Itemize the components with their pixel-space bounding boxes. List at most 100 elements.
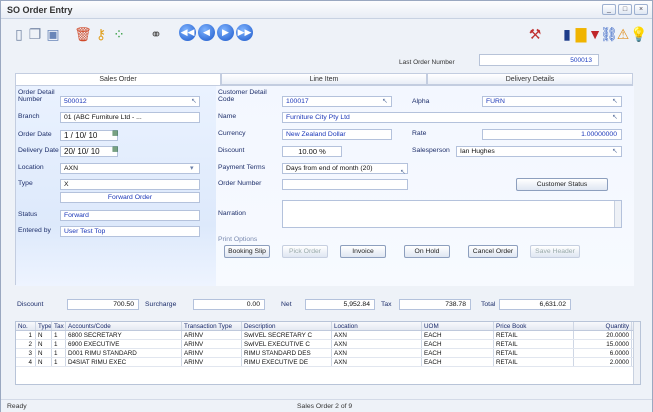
column-header[interactable]: Accounts/Code	[66, 322, 182, 330]
code-label: Code	[218, 96, 235, 103]
save-header-button[interactable]: Save Header	[530, 245, 580, 258]
new-document-icon[interactable]: ▯	[11, 25, 27, 43]
column-header[interactable]: UOM	[422, 322, 494, 330]
minimize-button[interactable]: _	[602, 4, 616, 15]
customer-name-field[interactable]: Furniture City Pty Ltd	[282, 112, 622, 123]
cell: ARINV	[182, 349, 242, 357]
chevron-down-icon[interactable]: ▾	[190, 164, 194, 172]
type-description: Forward Order	[60, 192, 200, 203]
customer-status-button[interactable]: Customer Status	[516, 178, 608, 191]
order-date-field[interactable]: 1 / 10/ 10	[60, 130, 118, 141]
column-header[interactable]: Price Book	[494, 322, 574, 330]
binoculars-icon[interactable]: ⚭	[148, 25, 164, 43]
table-row[interactable]: 2 N 1 6900 EXECUTIVE ARINV SwIVEL EXECUT…	[16, 340, 640, 349]
cell: 4	[16, 358, 36, 366]
calendar-picker-icon[interactable]: ▦	[112, 129, 119, 137]
cell: D4SIAT RIMU EXEC	[66, 358, 182, 366]
table-scrollbar[interactable]	[633, 322, 640, 384]
close-button[interactable]: ×	[634, 4, 648, 15]
delivery-date-field[interactable]: 20/ 10/ 10	[60, 146, 118, 157]
surcharge-label: Surcharge	[145, 301, 177, 308]
invoice-button[interactable]: Invoice	[340, 245, 386, 258]
discount-label: Discount	[218, 147, 245, 154]
customer-order-number-field[interactable]	[282, 179, 408, 190]
cell: N	[36, 340, 52, 348]
lookup-icon[interactable]: ↖	[612, 97, 618, 105]
next-record-button[interactable]: ▶	[217, 24, 234, 41]
last-record-button[interactable]: ▶▶	[236, 24, 253, 41]
total-value: 6,631.02	[499, 299, 571, 310]
salesperson-field[interactable]: Ian Hughes	[456, 146, 622, 157]
currency-field[interactable]: New Zealand Dollar	[282, 129, 392, 140]
lookup-icon[interactable]: ↖	[400, 168, 406, 176]
column-header[interactable]: Tax	[52, 322, 66, 330]
delivery-date-label: Delivery Date	[18, 147, 59, 154]
cell: 6.0000	[574, 349, 632, 357]
payment-terms-label: Payment Terms	[218, 164, 266, 171]
location-label: Location	[18, 164, 44, 171]
narration-field[interactable]	[282, 200, 622, 228]
first-record-button[interactable]: ◀◀	[179, 24, 196, 41]
order-detail-label: Order Detail	[18, 89, 55, 96]
column-header[interactable]: Quantity	[574, 322, 632, 330]
previous-record-button[interactable]: ◀	[198, 24, 215, 41]
lookup-icon[interactable]: ↖	[382, 97, 388, 105]
table-row[interactable]: 1 N 1 6800 SECRETARY ARINV SwIVEL SECRET…	[16, 331, 640, 340]
alpha-field[interactable]: FURN	[482, 96, 622, 107]
table-row[interactable]: 3 N 1 D001 RIMU STANDARD ARINV RIMU STAN…	[16, 349, 640, 358]
lookup-icon[interactable]: ↖	[191, 97, 197, 105]
rate-field[interactable]: 1.00000000	[482, 129, 622, 140]
cell: 6900 EXECUTIVE	[66, 340, 182, 348]
cell: 1	[52, 349, 66, 357]
maximize-button[interactable]: □	[618, 4, 632, 15]
customer-code-field[interactable]: 100017	[282, 96, 392, 107]
status-text: Ready	[7, 403, 27, 410]
cell: 3	[16, 349, 36, 357]
discount-field[interactable]: 10.00 %	[282, 146, 342, 157]
column-header[interactable]: Location	[332, 322, 422, 330]
entered-by-field: User Test Top	[60, 226, 200, 237]
tab-sales-order[interactable]: Sales Order	[15, 73, 221, 85]
payment-terms-field[interactable]: Days from end of month (20)	[282, 163, 408, 174]
branch-select[interactable]: 01 (ABC Furniture Ltd - ...	[60, 112, 200, 123]
toolbar: ▯ ❐ ▣ 🗑 ⚷ ⁘ ⚭ ◀◀ ◀ ▶ ▶▶ ⚒ ▮ ▇ ▼ ⛓ ⚠ 💡	[1, 19, 652, 51]
branch-label: Branch	[18, 113, 40, 120]
type-field[interactable]: X	[60, 179, 200, 190]
delete-icon[interactable]: 🗑	[74, 25, 92, 43]
table-row[interactable]: 4 N 1 D4SIAT RIMU EXEC ARINV RIMU EXECUT…	[16, 358, 640, 367]
pick-order-button[interactable]: Pick Order	[282, 245, 328, 258]
copy-document-icon[interactable]: ❐	[27, 25, 43, 43]
rate-label: Rate	[412, 130, 427, 137]
last-order-value: 500013	[479, 54, 599, 66]
cell: AXN	[332, 340, 422, 348]
lock-icon[interactable]: ⚷	[93, 25, 109, 43]
cell: AXN	[332, 349, 422, 357]
order-number-field[interactable]: 500012	[60, 96, 200, 107]
grid-icon[interactable]: ⁘	[111, 25, 127, 43]
on-hold-button[interactable]: On Hold	[404, 245, 450, 258]
cell: 15.0000	[574, 340, 632, 348]
entered-by-label: Entered by	[18, 227, 51, 234]
location-select[interactable]: AXN	[60, 163, 200, 174]
column-header[interactable]: No.	[16, 322, 36, 330]
lookup-icon[interactable]: ↖	[612, 147, 618, 155]
booking-slip-button[interactable]: Booking Slip	[224, 245, 270, 258]
tools-icon[interactable]: ⚒	[527, 25, 543, 43]
tab-line-item[interactable]: Line Item	[221, 73, 427, 85]
tab-delivery-details[interactable]: Delivery Details	[427, 73, 633, 85]
cancel-order-button[interactable]: Cancel Order	[468, 245, 518, 258]
lookup-icon[interactable]: ↖	[612, 113, 618, 121]
help-icon[interactable]: 💡	[630, 25, 647, 43]
calendar-picker-icon[interactable]: ▦	[112, 145, 119, 153]
order-detail-panel: Order Detail Number 500012 ↖ Branch 01 (…	[16, 86, 216, 286]
net-value: 5,952.84	[305, 299, 375, 310]
column-header[interactable]: Type	[36, 322, 52, 330]
cell: SwIVEL SECRETARY C	[242, 331, 332, 339]
cell: RIMU EXECUTIVE DE	[242, 358, 332, 366]
column-header[interactable]: Description	[242, 322, 332, 330]
cell: RETAIL	[494, 349, 574, 357]
warning-icon[interactable]: ⚠	[615, 25, 631, 43]
save-icon[interactable]: ▣	[45, 25, 61, 43]
column-header[interactable]: Transaction Type	[182, 322, 242, 330]
narration-scrollbar[interactable]	[614, 201, 621, 227]
